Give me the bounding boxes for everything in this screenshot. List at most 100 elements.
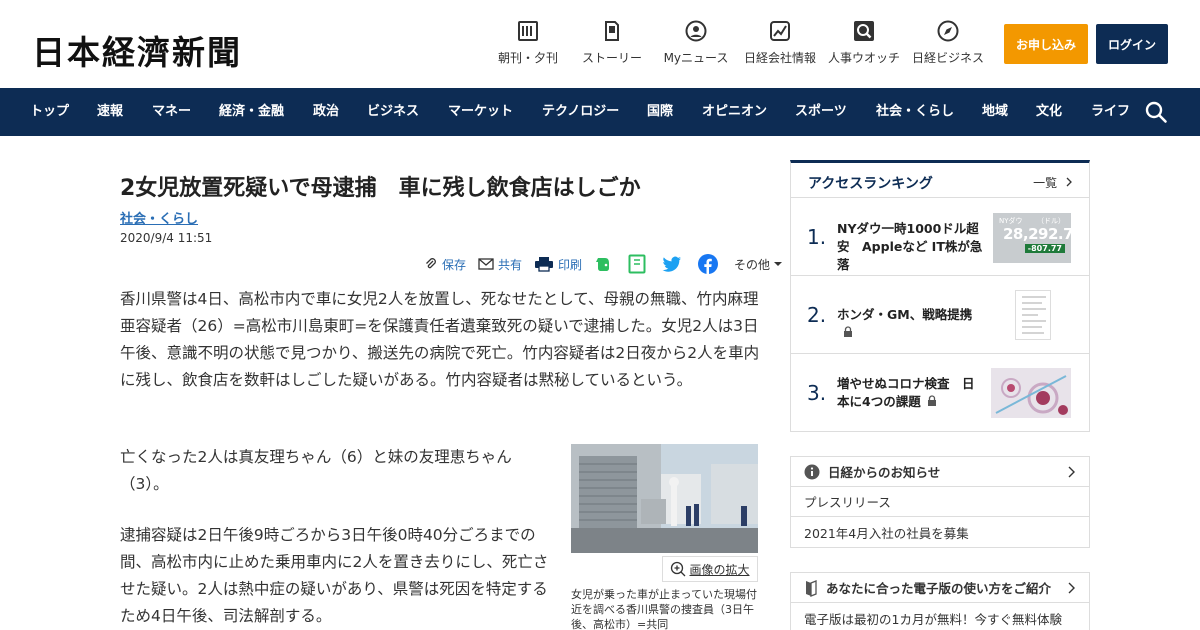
article-paragraph: 香川県警は4日、高松市内で車に女児2人を放置し、死なせたとして、母親の無職、竹内… [120, 290, 760, 389]
document-icon [605, 21, 619, 41]
util-label: 日経ビジネス [911, 51, 984, 65]
nav-item-sports[interactable]: スポーツ [795, 88, 847, 136]
util-mynews[interactable]: Myニュース [656, 20, 736, 66]
lock-icon [844, 326, 852, 337]
rank-headline-wrap: 増やせぬコロナ検査 日本に4つの課題 [837, 375, 985, 411]
nikkei-notice-box: 日経からのお知らせ プレスリリース 2021年4月入社の社員を募集 [790, 456, 1090, 548]
clip-button[interactable] [628, 254, 650, 274]
nav-item-opinion[interactable]: オピニオン [702, 88, 767, 136]
article-paragraph: 逮捕容疑は2日午後9時ごろから3日午後0時40分ごろまでの間、高松市内に止めた乗… [120, 526, 549, 625]
util-label: 日経会社情報 [743, 51, 816, 65]
magnifier-icon [854, 21, 874, 41]
share-toolbar: 保存 共有 印刷 その他 [424, 253, 799, 275]
nav-item-culture[interactable]: 文化 [1036, 88, 1062, 136]
util-label: ストーリー [581, 51, 642, 65]
evernote-button[interactable] [594, 255, 616, 273]
facebook-button[interactable] [698, 254, 722, 274]
compass-icon [937, 20, 959, 42]
notice-item-recruit[interactable]: 2021年4月入社の社員を募集 [791, 517, 1089, 547]
article-category-link[interactable]: 社会・くらし [120, 208, 198, 227]
zoom-in-icon [671, 561, 686, 577]
share-button[interactable]: 共有 [478, 256, 522, 273]
paperclip-icon [426, 258, 436, 269]
thumb-value: 28,292.73 [1003, 225, 1071, 243]
caret-down-icon [774, 262, 783, 266]
ranking-more-link[interactable]: 一覧 [1033, 174, 1073, 191]
twitter-icon [662, 256, 682, 272]
photo-caption: 女児が乗った車が止まっていた現場付近を調べる香川県警の捜査員（3日午後、高松市）… [571, 588, 758, 630]
article-paragraph: 亡くなった2人は真友理ちゃん（6）と妹の友理恵ちゃん（3）。 [120, 448, 512, 493]
rank-headline: ホンダ・GM、戦略提携 [837, 307, 973, 322]
evernote-icon [596, 258, 610, 271]
ranking-item[interactable]: 3. 増やせぬコロナ検査 日本に4つの課題 [791, 354, 1089, 432]
nav-item-region[interactable]: 地域 [982, 88, 1008, 136]
chevron-right-icon [1068, 466, 1075, 478]
util-label: 朝刊・夕刊 [497, 51, 558, 65]
nav-item-top[interactable]: トップ [30, 88, 69, 136]
rank-number: 2. [807, 303, 827, 327]
util-jinji-watch[interactable]: 人事ウオッチ [824, 20, 904, 66]
login-button[interactable]: ログイン [1096, 24, 1168, 64]
ranking-header: アクセスランキング 一覧 [791, 163, 1089, 198]
util-label: 人事ウオッチ [827, 51, 900, 65]
book-icon [806, 579, 817, 597]
util-company-info[interactable]: 日経会社情報 [740, 20, 820, 66]
nav-item-society[interactable]: 社会・くらし [876, 88, 954, 136]
lock-icon [927, 395, 936, 406]
nav-item-politics[interactable]: 政治 [313, 88, 339, 136]
article-title: 2女児放置死疑いで母逮捕 車に残し飲食店はしごか [120, 176, 641, 201]
rank-headline: NYダウ一時1000ドル超安 Appleなど IT株が急落 [837, 221, 983, 272]
chevron-right-icon [1066, 177, 1072, 187]
util-morning-evening[interactable]: 朝刊・夕刊 [488, 20, 568, 66]
nav-item-money[interactable]: マネー [152, 88, 191, 136]
nav-item-life[interactable]: ライフ [1091, 88, 1130, 136]
notice-header[interactable]: 日経からのお知らせ [791, 457, 1089, 487]
main-nav: トップ 速報 マネー 経済・金融 政治 ビジネス マーケット テクノロジー 国際… [0, 88, 1200, 136]
image-enlarge-button[interactable]: 画像の拡大 [662, 556, 758, 582]
access-ranking: アクセスランキング 一覧 1. NYダウ一時1000ドル超安 Appleなど I… [790, 160, 1090, 432]
chevron-right-icon [1068, 582, 1075, 594]
search-icon[interactable] [1144, 100, 1168, 124]
more-share-button[interactable]: その他 [734, 256, 787, 273]
ranking-item[interactable]: 1. NYダウ一時1000ドル超安 Appleなど IT株が急落 NYダウ （ド… [791, 198, 1089, 276]
nav-item-breaking[interactable]: 速報 [97, 88, 123, 136]
ranking-item[interactable]: 2. ホンダ・GM、戦略提携 [791, 276, 1089, 354]
save-button[interactable]: 保存 [424, 256, 466, 273]
subscribe-button[interactable]: お申し込み [1004, 24, 1088, 64]
rank-headline: 増やせぬコロナ検査 日本に4つの課題 [837, 376, 975, 409]
rank-thumbnail [1015, 290, 1051, 340]
facebook-icon [698, 254, 719, 274]
site-header: 日本経濟新聞 朝刊・夕刊 ストーリー Myニュース 日経会社情報 人事ウオッチ … [0, 0, 1200, 88]
nav-item-market[interactable]: マーケット [448, 88, 513, 136]
print-button[interactable]: 印刷 [534, 256, 582, 273]
newspaper-icon [518, 21, 538, 41]
memo-icon [628, 254, 646, 274]
rank-thumbnail: NYダウ （ドル） 28,292.73 -807.77 [993, 213, 1071, 263]
util-label: Myニュース [663, 51, 729, 65]
user-icon [685, 20, 707, 42]
site-logo[interactable]: 日本経濟新聞 [32, 26, 242, 74]
e-edition-title: あなたに合った電子版の使い方をご紹介 [826, 581, 1052, 596]
util-nikkei-business[interactable]: 日経ビジネス [908, 20, 988, 66]
e-edition-trial-link[interactable]: 電子版は最初の1カ月が無料！今すぐ無料体験 [791, 603, 1089, 630]
rank-thumbnail [991, 368, 1071, 418]
printer-icon [535, 257, 554, 272]
nav-item-international[interactable]: 国際 [647, 88, 673, 136]
article-photo[interactable] [571, 444, 758, 553]
e-edition-header[interactable]: あなたに合った電子版の使い方をご紹介 [791, 573, 1089, 603]
rank-number: 3. [807, 381, 827, 405]
nav-item-technology[interactable]: テクノロジー [542, 88, 619, 136]
nav-item-business[interactable]: ビジネス [367, 88, 419, 136]
twitter-button[interactable] [662, 256, 686, 272]
info-icon [804, 464, 820, 479]
chart-icon [770, 21, 790, 41]
rank-number: 1. [807, 225, 827, 249]
notice-title: 日経からのお知らせ [828, 465, 941, 480]
mail-icon [478, 258, 494, 270]
article-date: 2020/9/4 11:51 [120, 231, 213, 245]
notice-item-press-release[interactable]: プレスリリース [791, 487, 1089, 517]
rank-headline-wrap: ホンダ・GM、戦略提携 [837, 306, 985, 342]
nav-item-economy[interactable]: 経済・金融 [219, 88, 284, 136]
util-story[interactable]: ストーリー [572, 20, 652, 66]
e-edition-box: あなたに合った電子版の使い方をご紹介 電子版は最初の1カ月が無料！今すぐ無料体験 [790, 572, 1090, 630]
